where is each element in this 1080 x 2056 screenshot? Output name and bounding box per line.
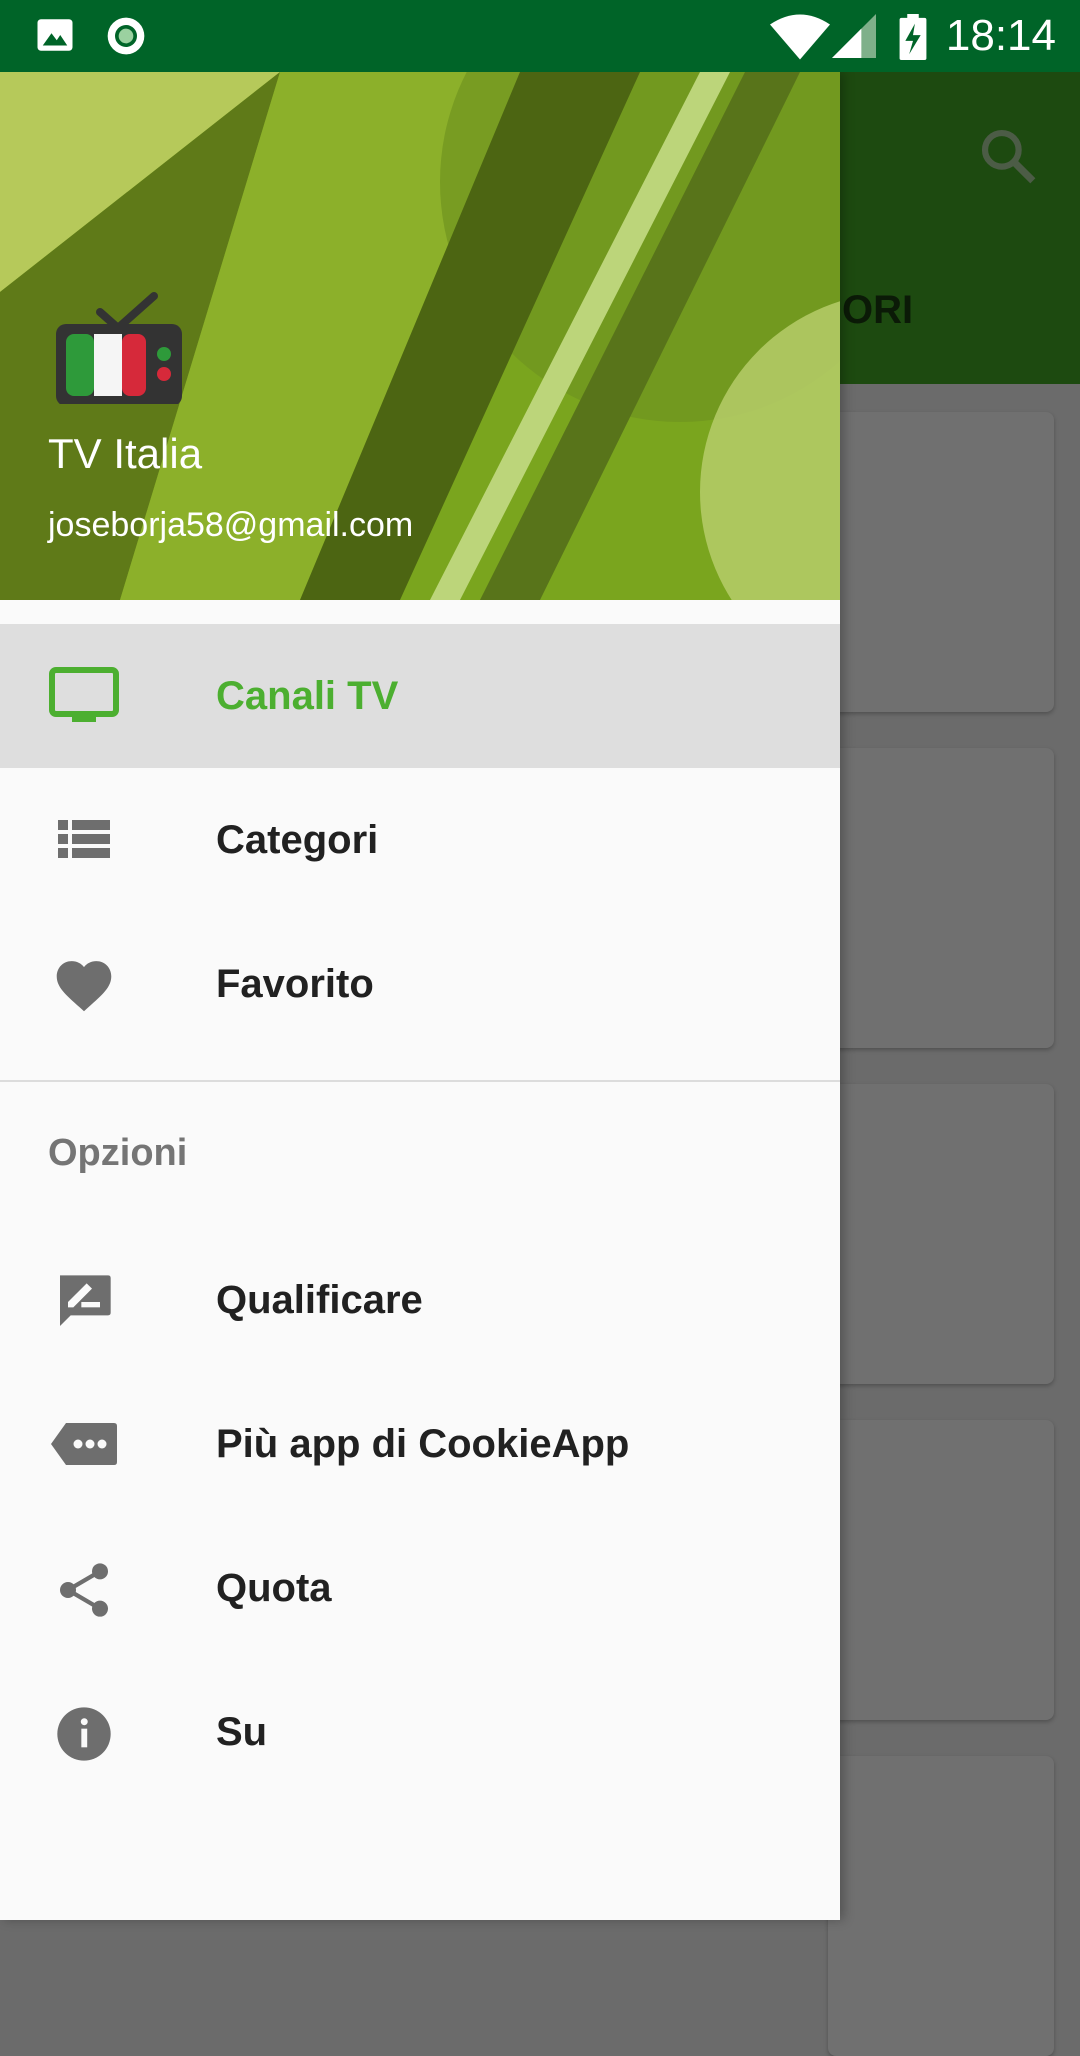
signal-icon [832,14,876,63]
heart-icon [48,954,120,1014]
tab-categories[interactable]: ORI [842,288,913,333]
menu-item-favorito[interactable]: Favorito [0,912,840,1056]
menu-item-label: Categori [216,818,379,862]
menu-item-canali-tv[interactable]: Canali TV [0,624,840,768]
wifi-icon [770,14,830,65]
menu-item-label: Qualificare [216,1278,423,1322]
menu-item-label: Quota [216,1566,332,1610]
channel-card[interactable] [828,748,1054,1048]
app-logo [52,272,184,409]
menu-item-qualificare[interactable]: Qualificare [0,1228,840,1372]
menu-item-label: Canali TV [216,674,399,718]
search-icon[interactable] [976,124,1038,191]
image-icon [34,14,76,61]
menu-item-label: Più app di CookieApp [216,1422,630,1466]
menu-item-label: Favorito [216,962,374,1006]
share-icon [48,1558,120,1618]
channel-card[interactable] [828,1756,1054,2056]
channel-card[interactable] [828,1420,1054,1720]
menu-item-more-apps[interactable]: Più app di CookieApp [0,1372,840,1516]
more-apps-icon [48,1414,120,1474]
section-title-options: Opzioni [48,1132,188,1174]
drawer-header: TV Italia joseborja58@gmail.com [0,72,840,600]
status-bar: 18:14 [0,0,1080,72]
clock: 18:14 [945,11,1056,60]
info-icon [48,1702,120,1762]
list-icon [48,810,120,870]
navigation-drawer: TV Italia joseborja58@gmail.com Canali T… [0,72,840,1920]
divider [0,1080,840,1082]
account-email: joseborja58@gmail.com [48,506,414,544]
menu-item-label: Su [216,1710,268,1754]
record-icon [104,14,148,63]
channel-card[interactable] [828,412,1054,712]
battery-charging-icon [898,14,928,65]
channel-card[interactable] [828,1084,1054,1384]
menu-item-quota[interactable]: Quota [0,1516,840,1660]
tv-icon [48,666,120,726]
app-name: TV Italia [48,430,203,477]
menu-item-categori[interactable]: Categori [0,768,840,912]
menu-item-su[interactable]: Su [0,1660,840,1804]
rate-review-icon [48,1270,120,1330]
